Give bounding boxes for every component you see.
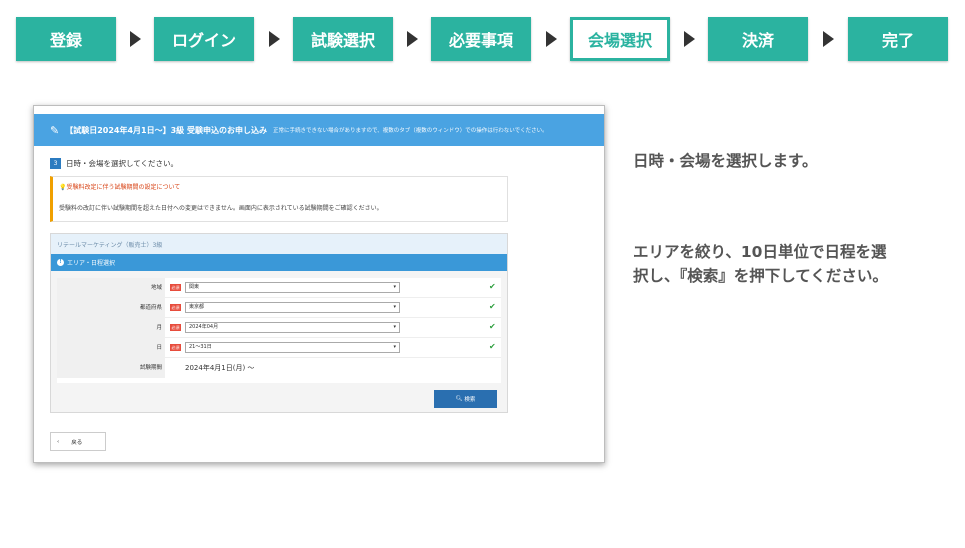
required-badge: 必須 bbox=[170, 284, 181, 291]
step-arrow-icon bbox=[546, 31, 557, 47]
form-header: ✎ 【試験日2024年4月1日〜】3級 受験申込のお申し込み 正常に手続きできな… bbox=[34, 114, 604, 146]
notice-title: 💡受験料改定に伴う試験期間の設定について bbox=[59, 184, 181, 191]
chevron-down-icon: ▾ bbox=[393, 344, 396, 350]
required-badge: 必須 bbox=[170, 324, 181, 331]
instruction-line: 択し、『検索』を押下してください。 bbox=[633, 267, 888, 285]
check-icon: ✔ bbox=[489, 282, 496, 291]
info-icon: ! bbox=[57, 259, 64, 266]
instruction-search: エリアを絞り、10日単位で日程を選 択し、『検索』を押下してください。 bbox=[633, 240, 888, 288]
pencil-icon: ✎ bbox=[50, 123, 60, 137]
search-icon: 🔍︎ bbox=[455, 396, 463, 402]
field-label: 都道府県 bbox=[57, 298, 165, 318]
check-icon: ✔ bbox=[489, 302, 496, 311]
instruction-line: エリアを絞り、10日単位で日程を選 bbox=[633, 243, 887, 261]
form-row-region: 地域 必須 関東 ▾ ✔ bbox=[57, 278, 501, 298]
form-row-day: 日 必須 21〜31日 ▾ ✔ bbox=[57, 338, 501, 358]
step-complete: 完了 bbox=[848, 17, 948, 61]
chevron-down-icon: ▾ bbox=[393, 324, 396, 330]
step-payment: 決済 bbox=[708, 17, 808, 61]
required-badge: 必須 bbox=[170, 344, 181, 351]
step-login: ログイン bbox=[154, 17, 254, 61]
check-icon: ✔ bbox=[489, 342, 496, 351]
section-text: 日時・会場を選択してください。 bbox=[66, 159, 179, 168]
day-select[interactable]: 21〜31日 ▾ bbox=[185, 342, 400, 353]
step-exam-select: 試験選択 bbox=[293, 17, 393, 61]
search-button[interactable]: 🔍︎ 検索 bbox=[434, 390, 497, 408]
step-register: 登録 bbox=[16, 17, 116, 61]
form-title: 【試験日2024年4月1日〜】3級 受験申込のお申し込み bbox=[65, 125, 267, 135]
form-header-note: 正常に手続きできない場合がありますので、複数のタブ（複数のウィンドウ）での操作は… bbox=[272, 128, 548, 134]
area-schedule-bar: ! エリア・日程選択 bbox=[51, 254, 507, 271]
step-arrow-icon bbox=[407, 31, 418, 47]
step-required-info: 必要事項 bbox=[431, 17, 531, 61]
section-heading: 3 日時・会場を選択してください。 bbox=[50, 158, 178, 169]
check-icon: ✔ bbox=[489, 322, 496, 331]
step-arrow-icon bbox=[269, 31, 280, 47]
chevron-down-icon: ▾ bbox=[393, 304, 396, 310]
exam-name: リテールマーケティング（販売士）3級 bbox=[57, 242, 163, 249]
chevron-down-icon: ▾ bbox=[393, 284, 396, 290]
instruction-select-venue: 日時・会場を選択します。 bbox=[633, 152, 818, 170]
chevron-left-icon: ‹ bbox=[57, 438, 60, 445]
required-badge: 必須 bbox=[170, 304, 181, 311]
step-venue-select: 会場選択 bbox=[570, 17, 670, 61]
step-arrow-icon bbox=[823, 31, 834, 47]
field-label: 地域 bbox=[57, 278, 165, 298]
area-schedule-label: エリア・日程選択 bbox=[67, 260, 116, 267]
form-row-month: 月 必須 2024年04月 ▾ ✔ bbox=[57, 318, 501, 338]
progress-steps: 登録 ログイン 試験選択 必要事項 会場選択 決済 完了 bbox=[16, 17, 948, 61]
exam-name-bar: リテールマーケティング（販売士）3級 bbox=[51, 234, 507, 254]
back-button[interactable]: ‹ 戻る bbox=[50, 432, 106, 451]
step-number-badge: 3 bbox=[50, 158, 61, 169]
application-screenshot: ✎ 【試験日2024年4月1日〜】3級 受験申込のお申し込み 正常に手続きできな… bbox=[33, 105, 605, 463]
selection-panel: リテールマーケティング（販売士）3級 ! エリア・日程選択 地域 必須 関東 ▾ … bbox=[50, 233, 508, 413]
region-select[interactable]: 関東 ▾ bbox=[185, 282, 400, 293]
field-label: 試験期間 bbox=[57, 358, 165, 378]
step-arrow-icon bbox=[130, 31, 141, 47]
notice-body: 受験料の改訂に伴い試験期間を超えた日付への変更はできません。画面内に表示されてい… bbox=[59, 205, 383, 212]
month-select[interactable]: 2024年04月 ▾ bbox=[185, 322, 400, 333]
selection-form: 地域 必須 関東 ▾ ✔ 都道府県 必須 東京都 ▾ ✔ 月 必須 2024年04月… bbox=[57, 278, 501, 383]
notice-box: 💡受験料改定に伴う試験期間の設定について 受験料の改訂に伴い試験期間を超えた日付… bbox=[50, 176, 508, 222]
prefecture-select[interactable]: 東京都 ▾ bbox=[185, 302, 400, 313]
field-label: 日 bbox=[57, 338, 165, 358]
form-row-prefecture: 都道府県 必須 東京都 ▾ ✔ bbox=[57, 298, 501, 318]
form-row-period: 試験期間 2024年4月1日(月) 〜 bbox=[57, 358, 501, 378]
field-label: 月 bbox=[57, 318, 165, 338]
exam-period-value: 2024年4月1日(月) 〜 bbox=[185, 364, 255, 372]
step-arrow-icon bbox=[684, 31, 695, 47]
